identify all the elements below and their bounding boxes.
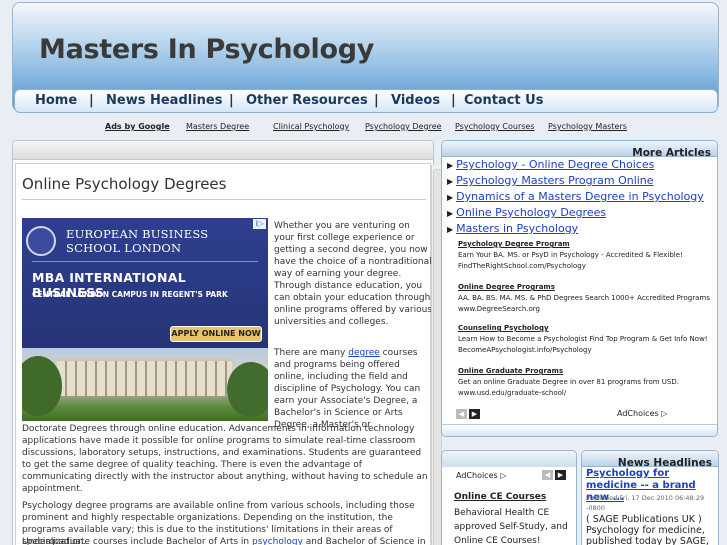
text-ad-body: Get an online Graduate Degree in over 81… bbox=[458, 378, 679, 386]
article-body: Online Psychology Degrees EUROPEAN BUSIN… bbox=[15, 163, 432, 545]
main-navbar: Home | News Headlines | Other Resources … bbox=[14, 89, 718, 113]
ad-link-psychology-masters[interactable]: Psychology Masters bbox=[548, 122, 627, 131]
paragraph-4: Undergraduate courses include Bachelor o… bbox=[22, 536, 428, 545]
adchoices-link[interactable]: AdChoices ▷ bbox=[456, 471, 506, 480]
ad-link-psychology-degree[interactable]: Psychology Degree bbox=[365, 122, 442, 131]
ad-next-button[interactable]: ▶ bbox=[469, 409, 480, 419]
more-articles-panel: More Articles ▶ Psychology - Online Degre… bbox=[441, 140, 718, 437]
news-snippet: ( SAGE Publications UK ) Psychology for … bbox=[586, 514, 709, 545]
ad-next-button[interactable]: ▶ bbox=[555, 470, 566, 480]
ads-by-google-link[interactable]: Ads by Google bbox=[105, 122, 170, 131]
banner-campus: CENTRAL LONDON CAMPUS IN REGENT'S PARK bbox=[32, 290, 228, 299]
text-ad-body: Earn Your BA. MS. or PsyD in Psychology … bbox=[458, 251, 683, 259]
ce-panel-header bbox=[442, 451, 576, 467]
nav-separator: | bbox=[229, 93, 234, 108]
building-image bbox=[57, 358, 232, 396]
paragraph-2-rest: courses and programs being offered onlin… bbox=[274, 348, 421, 430]
arrow-right-icon: ▶ bbox=[447, 225, 454, 234]
text-ad-title[interactable]: Online Graduate Programs bbox=[458, 366, 713, 377]
apply-online-button[interactable]: APPLY ONLINE NOW bbox=[170, 326, 262, 342]
more-article-link[interactable]: ▶ Online Psychology Degrees bbox=[447, 206, 606, 219]
text-ad-title[interactable]: Online Degree Programs bbox=[458, 282, 713, 293]
more-article-link[interactable]: ▶ Dynamics of a Masters Degree in Psychol… bbox=[447, 190, 704, 203]
text-ad[interactable]: Online Degree Programs AA. BA. BS. MA. M… bbox=[458, 282, 713, 315]
nav-home[interactable]: Home bbox=[35, 93, 77, 108]
arrow-right-icon: ▶ bbox=[447, 193, 454, 202]
text-ad[interactable]: Psychology Degree Program Earn Your BA. … bbox=[458, 239, 713, 272]
news-headlines-panel: News Headlines Psychology for medicine -… bbox=[581, 450, 719, 545]
text-ad-url[interactable]: FindTheRightSchool.com/Psychology bbox=[458, 261, 713, 272]
school-crest-icon bbox=[26, 226, 56, 256]
main-panel-topbar bbox=[13, 141, 433, 160]
paragraph-2-continued: Doctorate Degrees through online educati… bbox=[22, 424, 428, 494]
arrow-right-icon: ▶ bbox=[447, 161, 454, 170]
news-published-date: Published:Fri, 17 Dec 2010 06:48:29 -080… bbox=[586, 494, 705, 512]
text-ad[interactable]: Counseling Psychology Learn How to Becom… bbox=[458, 323, 713, 356]
text-ad[interactable]: Online Graduate Programs Get an online G… bbox=[458, 366, 713, 399]
paragraph-2-start: There are many bbox=[274, 348, 346, 358]
ad-link-masters-degree[interactable]: Masters Degree bbox=[186, 122, 249, 131]
article-title: Online Psychology Degrees bbox=[22, 175, 227, 193]
paragraph-4-mid: and Bachelor of Science in bbox=[305, 537, 426, 545]
title-divider bbox=[22, 199, 426, 200]
text-ad-body: Learn How to Become a Psychologist Find … bbox=[458, 335, 708, 343]
nav-news-headlines[interactable]: News Headlines bbox=[106, 93, 222, 108]
paragraph-2: There are many degree courses and progra… bbox=[274, 347, 432, 431]
ad-info-icon[interactable]: i▷ bbox=[253, 219, 266, 229]
campus-photo bbox=[22, 348, 268, 421]
banner-school-name: EUROPEAN BUSINESS SCHOOL LONDON bbox=[66, 227, 209, 255]
nav-separator: | bbox=[451, 93, 456, 108]
ad-prev-button[interactable]: ◀ bbox=[542, 470, 553, 480]
psychology-link[interactable]: psychology bbox=[252, 537, 303, 545]
ad-links-bar: Ads by Google Masters Degree Clinical Ps… bbox=[0, 122, 727, 134]
more-articles-header: More Articles bbox=[442, 141, 717, 159]
ad-link-clinical-psychology[interactable]: Clinical Psychology bbox=[273, 122, 349, 131]
news-headlines-header: News Headlines bbox=[582, 451, 718, 469]
text-ad-url[interactable]: www.DegreeSearch.org bbox=[458, 304, 713, 315]
more-article-link[interactable]: ▶ Psychology - Online Degree Choices bbox=[447, 158, 654, 171]
arrow-right-icon: ▶ bbox=[447, 209, 454, 218]
text-ad-body: AA. BA. BS. MA. MS. & PhD Degrees Search… bbox=[458, 294, 710, 302]
tree-image bbox=[22, 356, 62, 416]
nav-videos[interactable]: Videos bbox=[391, 93, 440, 108]
ad-link-psychology-courses[interactable]: Psychology Courses bbox=[455, 122, 535, 131]
adchoices-link[interactable]: AdChoices ▷ bbox=[617, 409, 667, 418]
ce-ad-panel: AdChoices ▷ ◀ ▶ Online CE Courses Behavi… bbox=[441, 450, 577, 545]
degree-link[interactable]: degree bbox=[348, 348, 380, 358]
panel-footer bbox=[442, 424, 717, 436]
main-content-panel: Online Psychology Degrees EUROPEAN BUSIN… bbox=[12, 140, 443, 545]
banner-ad[interactable]: EUROPEAN BUSINESS SCHOOL LONDON MBA INTE… bbox=[22, 218, 268, 421]
paragraph-1: Whether you are venturing on your first … bbox=[274, 221, 432, 327]
text-ad-url[interactable]: www.usd.edu/graduate-school/ bbox=[458, 388, 713, 399]
nav-contact-us[interactable]: Contact Us bbox=[464, 93, 543, 108]
site-title: Masters In Psychology bbox=[39, 34, 375, 65]
ce-ad-title[interactable]: Online CE Courses bbox=[454, 492, 546, 502]
more-article-link[interactable]: ▶ Masters in Psychology bbox=[447, 222, 578, 235]
tree-image bbox=[227, 362, 268, 417]
arrow-right-icon: ▶ bbox=[447, 177, 454, 186]
nav-other-resources[interactable]: Other Resources bbox=[246, 93, 368, 108]
ad-prev-button[interactable]: ◀ bbox=[456, 409, 467, 419]
text-ad-title[interactable]: Psychology Degree Program bbox=[458, 239, 713, 250]
paragraph-4-start: Undergraduate courses include Bachelor o… bbox=[22, 537, 250, 545]
text-ad-url[interactable]: BecomeAPsychologist.info/Psychology bbox=[458, 345, 713, 356]
more-article-link[interactable]: ▶ Psychology Masters Program Online bbox=[447, 174, 654, 187]
banner-divider bbox=[32, 261, 258, 262]
nav-separator: | bbox=[89, 93, 94, 108]
text-ad-title[interactable]: Counseling Psychology bbox=[458, 323, 713, 334]
nav-separator: | bbox=[374, 93, 379, 108]
ce-ad-body: Behavioral Health CE approved Self-Study… bbox=[454, 508, 568, 545]
